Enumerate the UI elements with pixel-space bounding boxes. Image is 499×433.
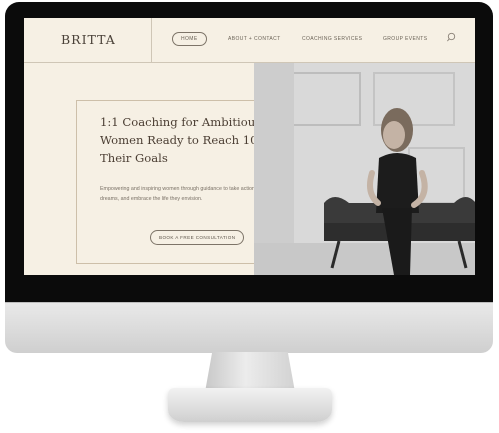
website-screen: BRITTA HOME ABOUT + CONTACT COACHING SER…	[24, 18, 475, 275]
nav-about-contact[interactable]: ABOUT + CONTACT	[228, 36, 281, 42]
header-divider	[151, 18, 152, 62]
nav-home[interactable]: HOME	[172, 32, 207, 46]
search-icon[interactable]	[447, 32, 457, 42]
woman-on-bench-photo	[254, 63, 475, 275]
monitor-chin	[5, 302, 493, 353]
monitor-stand-base	[168, 388, 332, 422]
monitor-stand-neck	[205, 352, 295, 392]
nav-group-events[interactable]: GROUP EVENTS	[383, 36, 427, 42]
site-logo[interactable]: BRITTA	[61, 32, 116, 47]
book-consultation-button[interactable]: BOOK A FREE CONSULTATION	[150, 230, 245, 245]
site-header: BRITTA HOME ABOUT + CONTACT COACHING SER…	[24, 18, 475, 63]
nav-coaching-services[interactable]: COACHING SERVICES	[302, 36, 362, 42]
hero-photo	[254, 63, 475, 275]
